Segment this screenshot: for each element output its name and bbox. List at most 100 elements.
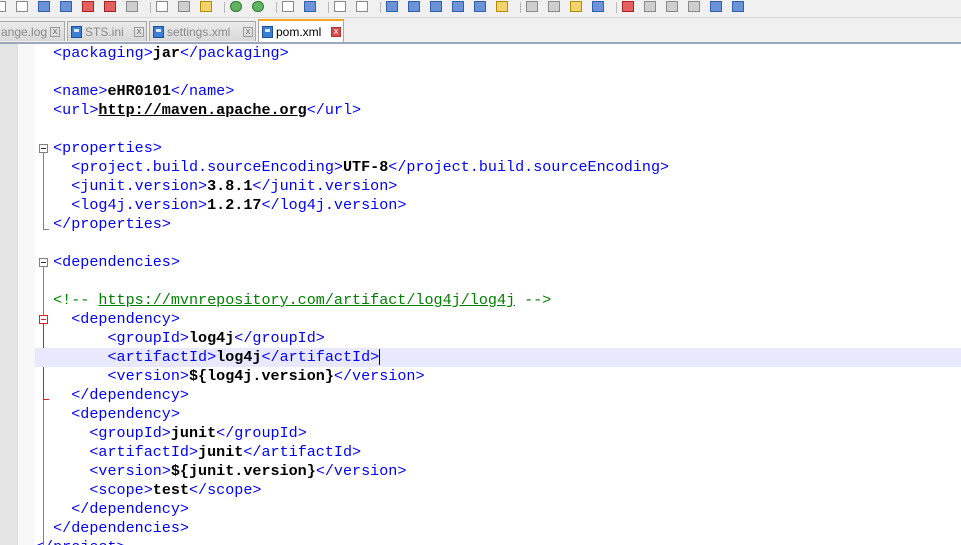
user-lang-icon[interactable] bbox=[496, 1, 508, 12]
close-tab-icon[interactable]: x bbox=[50, 26, 61, 37]
toolbar-separator bbox=[328, 2, 329, 13]
sync-vertical-icon[interactable] bbox=[386, 1, 398, 12]
code-line: <!-- https://mvnrepository.com/artifact/… bbox=[0, 291, 961, 310]
code-value: junit bbox=[198, 443, 244, 461]
code-line: </properties> bbox=[0, 215, 961, 234]
code-tag: </url> bbox=[306, 101, 362, 119]
code-value: UTF-8 bbox=[342, 158, 389, 176]
code-text: <dependency> bbox=[35, 405, 180, 424]
code-comment: --> bbox=[515, 291, 552, 309]
close-tab-icon[interactable]: x bbox=[243, 26, 253, 37]
save-macro-icon[interactable] bbox=[710, 1, 722, 12]
close-tab-icon[interactable]: x bbox=[134, 26, 144, 37]
paste-icon[interactable] bbox=[200, 1, 212, 12]
code-text: </project> bbox=[35, 538, 126, 545]
toolbar bbox=[0, 0, 961, 18]
code-text: <scope>test</scope> bbox=[35, 481, 261, 500]
code-tag: <project.build.sourceEncoding> bbox=[35, 158, 343, 176]
cut-icon[interactable] bbox=[156, 1, 168, 12]
code-text: <artifactId>log4j</artifactId> bbox=[35, 348, 379, 367]
code-tag: </packaging> bbox=[179, 44, 289, 62]
tab-bar: ange.log x STS.ini x settings.xml x pom.… bbox=[0, 18, 961, 44]
code-text: <version>${junit.version}</version> bbox=[35, 462, 406, 481]
zoom-in-icon[interactable] bbox=[334, 1, 346, 12]
record-macro-icon[interactable] bbox=[622, 1, 634, 12]
code-tag: <packaging> bbox=[35, 44, 153, 62]
tab-pom-xml[interactable]: pom.xml x bbox=[258, 19, 344, 42]
code-line: </dependencies> bbox=[0, 519, 961, 538]
save-all-icon[interactable] bbox=[60, 1, 72, 12]
undo-icon[interactable] bbox=[230, 1, 242, 12]
code-value: 1.2.17 bbox=[207, 196, 262, 214]
code-link[interactable]: https://mvnrepository.com/artifact/log4j… bbox=[98, 291, 515, 309]
code-tag: <artifactId> bbox=[35, 348, 217, 366]
toolbar-separator bbox=[616, 2, 617, 13]
folder-workspace-icon[interactable] bbox=[570, 1, 582, 12]
code-tag: </properties> bbox=[35, 215, 171, 233]
zoom-out-icon[interactable] bbox=[356, 1, 368, 12]
code-text: <project.build.sourceEncoding>UTF-8</pro… bbox=[35, 158, 669, 177]
function-list-icon[interactable] bbox=[548, 1, 560, 12]
code-tag: </groupId> bbox=[216, 424, 307, 442]
code-tag: <url> bbox=[35, 101, 99, 119]
run-macro-icon[interactable] bbox=[688, 1, 700, 12]
code-tag: </version> bbox=[333, 367, 425, 385]
tab-change-log[interactable]: ange.log x bbox=[0, 21, 65, 41]
code-tag: </version> bbox=[315, 462, 407, 480]
stop-record-icon[interactable] bbox=[644, 1, 656, 12]
code-line: </project> bbox=[0, 538, 961, 545]
tab-sts-ini[interactable]: STS.ini x bbox=[67, 21, 147, 41]
new-file-icon[interactable] bbox=[0, 1, 6, 12]
code-link[interactable]: http://maven.apache.org bbox=[98, 101, 306, 119]
code-line: </dependency> bbox=[0, 386, 961, 405]
close-tab-icon[interactable]: x bbox=[331, 26, 341, 37]
code-text: <packaging>jar</packaging> bbox=[35, 44, 289, 63]
code-tag: <groupId> bbox=[35, 424, 171, 442]
tab-label: pom.xml bbox=[276, 24, 322, 39]
toolbar-separator bbox=[276, 2, 277, 13]
text-caret bbox=[379, 349, 381, 365]
indent-guide-icon[interactable] bbox=[474, 1, 486, 12]
play-macro-icon[interactable] bbox=[666, 1, 678, 12]
monitoring-icon[interactable] bbox=[592, 1, 604, 12]
close-icon[interactable] bbox=[82, 1, 94, 12]
tab-settings-xml[interactable]: settings.xml x bbox=[149, 21, 256, 41]
tab-label: STS.ini bbox=[85, 24, 124, 39]
code-tag: </project> bbox=[35, 538, 126, 545]
code-tag: </scope> bbox=[189, 481, 262, 499]
show-all-chars-icon[interactable] bbox=[452, 1, 464, 12]
close-all-icon[interactable] bbox=[104, 1, 116, 12]
code-value: log4j bbox=[188, 329, 235, 347]
print-icon[interactable] bbox=[126, 1, 138, 12]
redo-icon[interactable] bbox=[252, 1, 264, 12]
code-text: <dependency> bbox=[35, 310, 180, 329]
code-text: <!-- https://mvnrepository.com/artifact/… bbox=[35, 291, 551, 310]
code-text: </dependency> bbox=[35, 386, 189, 405]
code-editor[interactable]: <packaging>jar</packaging> <name>eHR0101… bbox=[0, 44, 961, 545]
code-tag: </groupId> bbox=[234, 329, 325, 347]
code-tag: </project.build.sourceEncoding> bbox=[388, 158, 670, 176]
code-line: <dependencies> bbox=[0, 253, 961, 272]
code-comment: <!-- bbox=[35, 291, 99, 309]
code-text: </dependency> bbox=[35, 500, 189, 519]
code-tag: </junit.version> bbox=[252, 177, 398, 195]
code-text: <version>${log4j.version}</version> bbox=[35, 367, 425, 386]
open-file-icon[interactable] bbox=[16, 1, 28, 12]
code-value: ${junit.version} bbox=[170, 462, 316, 480]
code-tag: <version> bbox=[35, 367, 189, 385]
find-icon[interactable] bbox=[282, 1, 294, 12]
spell-check-icon[interactable] bbox=[732, 1, 744, 12]
code-tag: <dependencies> bbox=[35, 253, 180, 271]
copy-icon[interactable] bbox=[178, 1, 190, 12]
doc-map-icon[interactable] bbox=[526, 1, 538, 12]
sync-horizontal-icon[interactable] bbox=[408, 1, 420, 12]
code-text: </properties> bbox=[35, 215, 171, 234]
code-value: junit bbox=[170, 424, 217, 442]
save-icon[interactable] bbox=[38, 1, 50, 12]
code-value: jar bbox=[152, 44, 180, 62]
code-line: <junit.version>3.8.1</junit.version> bbox=[0, 177, 961, 196]
code-value: eHR0101 bbox=[107, 82, 171, 100]
code-tag: </artifactId> bbox=[261, 348, 380, 366]
replace-icon[interactable] bbox=[304, 1, 316, 12]
word-wrap-icon[interactable] bbox=[430, 1, 442, 12]
